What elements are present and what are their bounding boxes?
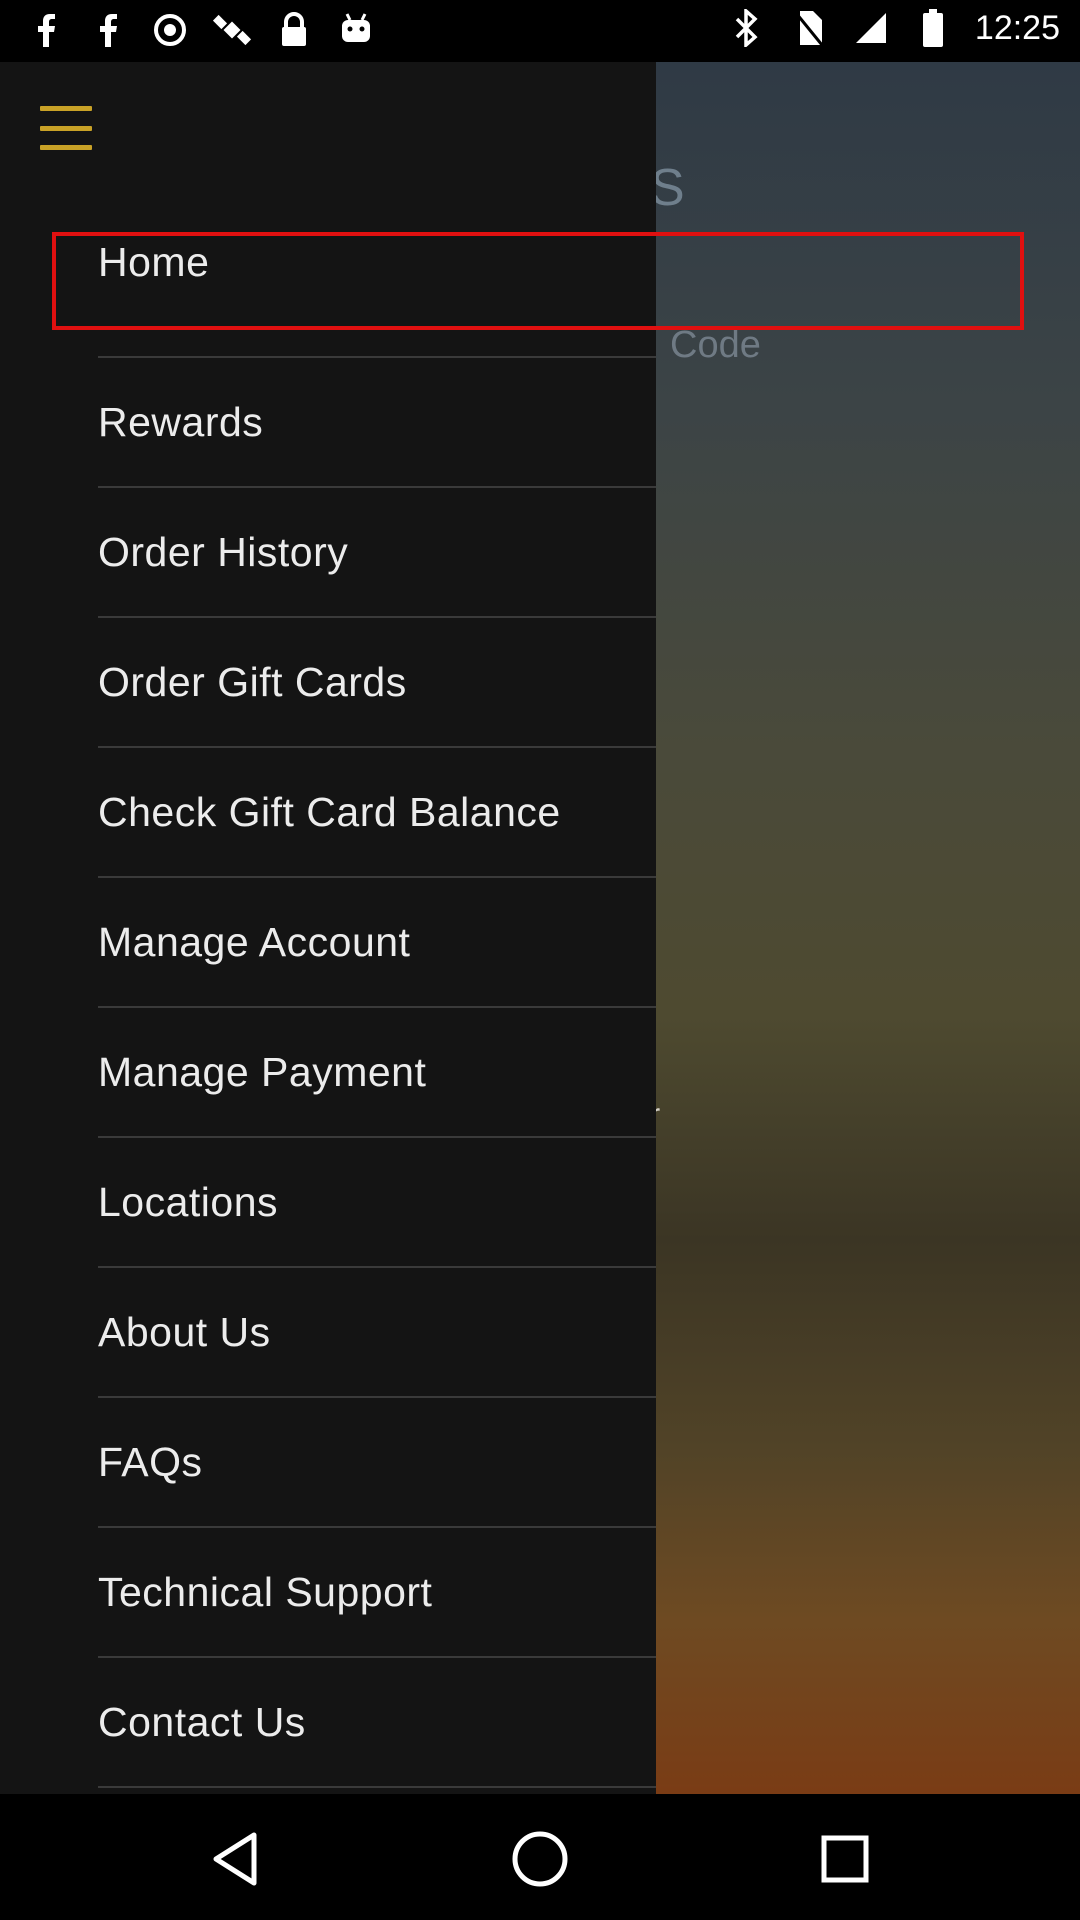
facebook-icon — [88, 10, 128, 50]
menu-item-manage-payment[interactable]: Manage Payment — [98, 1008, 656, 1138]
menu-item-label: About Us — [98, 1308, 271, 1355]
circle-icon — [150, 10, 190, 50]
menu-item-rewards[interactable]: Rewards — [98, 358, 656, 488]
battery-icon — [913, 8, 953, 48]
menu-item-label: FAQs — [98, 1438, 203, 1485]
back-icon[interactable] — [200, 1824, 270, 1894]
menu-item-label: Check Gift Card Balance — [98, 788, 561, 835]
menu-item-label: Home — [98, 238, 210, 285]
menu-item-label: Order Gift Cards — [98, 658, 407, 705]
menu-item-label: Order History — [98, 528, 349, 575]
menu-item-manage-account[interactable]: Manage Account — [98, 878, 656, 1008]
menu-item-label: Manage Payment — [98, 1048, 427, 1095]
menu-item-label: Manage Account — [98, 918, 411, 965]
navigation-drawer: Home Rewards Order History Order Gift Ca… — [0, 62, 656, 1794]
menu-item-about-us[interactable]: About Us — [98, 1268, 656, 1398]
recents-square-icon[interactable] — [810, 1824, 880, 1894]
menu-item-contact-us[interactable]: Contact Us — [98, 1658, 656, 1788]
menu-item-label: Contact Us — [98, 1698, 306, 1745]
menu-item-faqs[interactable]: FAQs — [98, 1398, 656, 1528]
notification-icons — [26, 10, 376, 50]
satellite-icon — [212, 10, 252, 50]
signal-icon — [851, 8, 891, 48]
menu-bar — [40, 125, 92, 131]
no-sim-icon — [789, 8, 829, 48]
status-bar: 12:25 — [0, 0, 1080, 62]
menu-item-locations[interactable]: Locations — [98, 1138, 656, 1268]
menu-item-label: Locations — [98, 1178, 279, 1225]
menu-item-order-gift-cards[interactable]: Order Gift Cards — [98, 618, 656, 748]
system-navigation-bar — [0, 1794, 1080, 1920]
clock: 12:25 — [974, 8, 1060, 47]
menu-item-check-gift-card-balance[interactable]: Check Gift Card Balance — [98, 748, 656, 878]
bluetooth-icon — [727, 8, 767, 48]
home-circle-icon[interactable] — [505, 1824, 575, 1894]
system-status-icons: 12:25 — [727, 8, 1060, 48]
menu-item-label: Rewards — [98, 398, 264, 445]
lock-icon — [274, 10, 314, 50]
menu-bar — [40, 145, 92, 150]
drawer-menu-list: Home Rewards Order History Order Gift Ca… — [98, 228, 656, 1788]
code-input-placeholder: Code — [670, 324, 761, 366]
menu-item-label: Technical Support — [98, 1568, 433, 1615]
menu-bar — [40, 106, 92, 111]
facebook-icon — [26, 10, 66, 50]
android-icon — [336, 10, 376, 50]
menu-item-home[interactable]: Home — [98, 228, 656, 358]
menu-item-technical-support[interactable]: Technical Support — [98, 1528, 656, 1658]
hamburger-menu-icon[interactable] — [40, 106, 92, 150]
menu-item-order-history[interactable]: Order History — [98, 488, 656, 618]
